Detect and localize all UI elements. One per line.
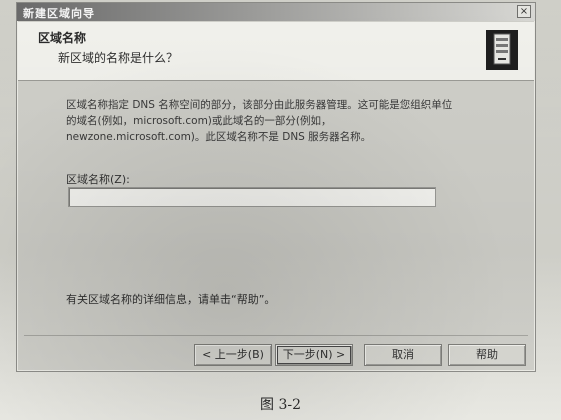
cancel-button[interactable]: 取消 xyxy=(364,344,442,366)
page-title: 区域名称 xyxy=(38,31,87,45)
server-icon xyxy=(486,30,518,70)
new-zone-wizard-dialog: 新建区域向导 × 区域名称 新区域的名称是什么？ 区域名称指定 DNS 名称空间… xyxy=(16,2,536,372)
wizard-content: 区域名称指定 DNS 名称空间的部分，该部分由此服务器管理。这可能是您组织单位的… xyxy=(18,81,534,370)
figure-caption: 图 3-2 xyxy=(260,397,301,413)
title-bar: 新建区域向导 × xyxy=(17,3,535,21)
button-divider xyxy=(24,335,528,336)
help-button[interactable]: 帮助 xyxy=(448,344,526,366)
zone-name-input[interactable] xyxy=(68,187,436,207)
zone-name-description: 区域名称指定 DNS 名称空间的部分，该部分由此服务器管理。这可能是您组织单位的… xyxy=(66,99,453,143)
back-button[interactable]: < 上一步(B) xyxy=(194,344,272,366)
window-title: 新建区域向导 xyxy=(23,7,95,20)
close-button[interactable]: × xyxy=(517,5,531,18)
zone-name-label: 区域名称(Z): xyxy=(66,173,130,186)
next-button[interactable]: 下一步(N) > xyxy=(275,344,353,366)
page-subtitle: 新区域的名称是什么？ xyxy=(58,51,179,65)
help-hint-text: 有关区域名称的详细信息，请单击“帮助”。 xyxy=(66,293,276,306)
wizard-header: 区域名称 新区域的名称是什么？ xyxy=(18,22,534,81)
